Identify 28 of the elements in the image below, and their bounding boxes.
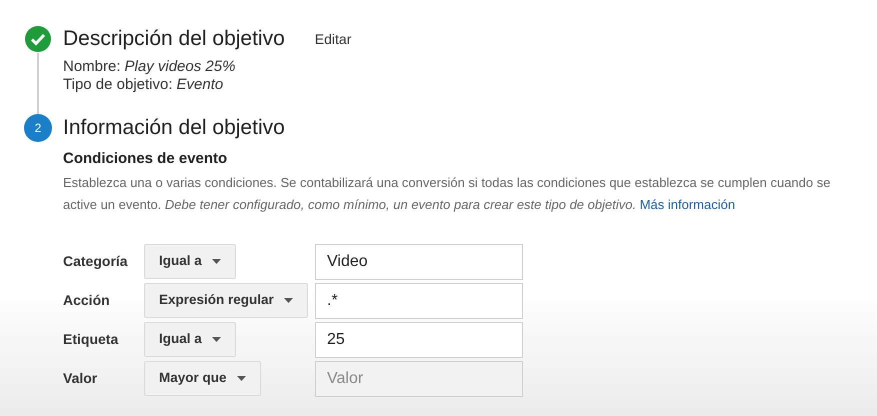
- description-text: Establezca una o varias condiciones. Se contabilizará una conversión si todas las condiciones que establezca se cumplen cuando se active un evento. Debe tener configurado, como mínimo, un evento para crear este tipo de objetivo. Más información: [63, 174, 832, 214]
- value-field[interactable]: 25: [315, 322, 523, 358]
- edit-link[interactable]: Editar: [314, 28, 352, 50]
- detail-label: Tipo de objetivo:: [63, 76, 173, 94]
- step-title: Información del objetivo: [63, 115, 285, 142]
- operator-dropdown[interactable]: Igual a: [144, 244, 236, 279]
- caret-icon: [236, 376, 246, 381]
- value-field[interactable]: Video: [315, 244, 523, 280]
- operator-dropdown[interactable]: Expresión regular: [144, 283, 308, 318]
- step-title: Descripción del objetivo: [63, 26, 285, 52]
- condition-label: Etiqueta: [63, 330, 120, 349]
- value-field[interactable]: Valor: [315, 360, 523, 396]
- check-circle-icon: [24, 25, 52, 53]
- operator-dropdown[interactable]: Mayor que: [144, 361, 261, 396]
- detail-value: Evento: [176, 76, 224, 94]
- section-heading: Condiciones de evento: [63, 149, 228, 169]
- more-info-link[interactable]: Más información: [640, 196, 736, 212]
- detail-value: Play videos 25%: [124, 58, 236, 76]
- condition-label: Acción: [63, 291, 111, 310]
- condition-label: Valor: [63, 369, 98, 388]
- caret-icon: [212, 337, 221, 342]
- caret-icon: [284, 298, 293, 303]
- operator-dropdown[interactable]: Igual a: [144, 322, 236, 357]
- caret-icon: [212, 259, 221, 264]
- condition-label: Categoría: [63, 252, 129, 271]
- detail-label: Nombre:: [63, 58, 121, 76]
- value-field[interactable]: .*: [315, 282, 523, 318]
- step-number: 2: [24, 114, 52, 142]
